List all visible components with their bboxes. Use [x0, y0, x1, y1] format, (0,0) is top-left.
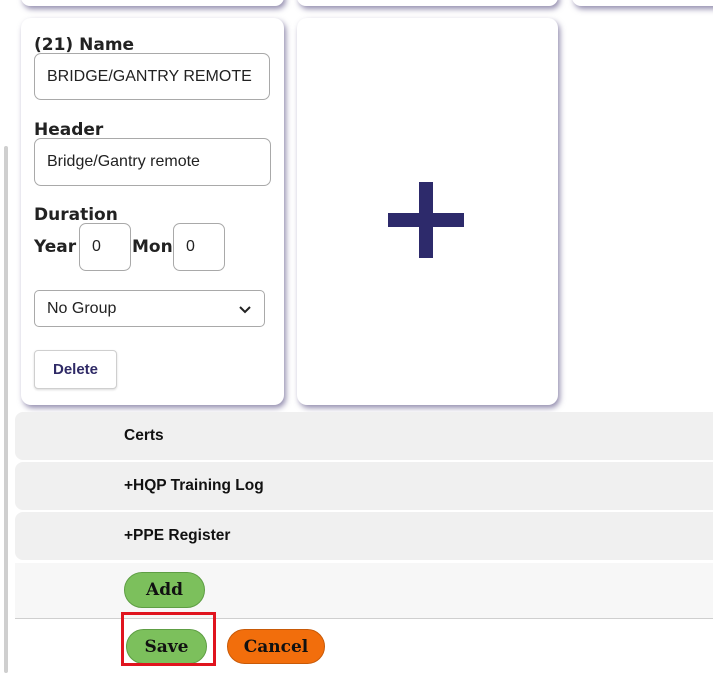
scrollbar[interactable] — [4, 146, 8, 673]
section-ppe-register-label: +PPE Register — [124, 527, 231, 544]
section-ppe-register[interactable]: +PPE Register — [15, 512, 713, 560]
certificate-card: (21) Name Header Duration Year Mon No Gr… — [21, 18, 284, 405]
page: (21) Name Header Duration Year Mon No Gr… — [0, 0, 713, 673]
add-button[interactable]: Add — [124, 572, 205, 608]
year-input[interactable] — [79, 223, 131, 271]
header-input[interactable] — [34, 138, 271, 186]
chevron-down-icon — [239, 305, 251, 313]
name-label: (21) Name — [34, 35, 135, 55]
divider — [15, 618, 713, 619]
section-hqp-training-log[interactable]: +HQP Training Log — [15, 462, 713, 510]
section-hqp-training-log-label: +HQP Training Log — [124, 477, 264, 494]
group-select[interactable]: No Group — [34, 290, 265, 327]
header-label: Header — [34, 120, 104, 140]
group-select-value: No Group — [47, 299, 117, 317]
mon-input[interactable] — [173, 223, 225, 271]
card-stub-1 — [21, 0, 284, 6]
section-certs[interactable]: Certs — [15, 412, 713, 460]
card-stub-2 — [297, 0, 558, 6]
cancel-button[interactable]: Cancel — [227, 629, 325, 664]
add-area — [15, 563, 713, 618]
year-label: Year — [34, 237, 77, 257]
name-input[interactable] — [34, 53, 270, 100]
duration-label: Duration — [34, 205, 118, 225]
section-certs-label: Certs — [124, 427, 164, 444]
plus-icon[interactable] — [388, 182, 464, 258]
mon-label: Mon — [132, 237, 173, 257]
card-stub-3 — [572, 0, 713, 6]
delete-button[interactable]: Delete — [34, 350, 117, 389]
save-button[interactable]: Save — [126, 629, 207, 664]
